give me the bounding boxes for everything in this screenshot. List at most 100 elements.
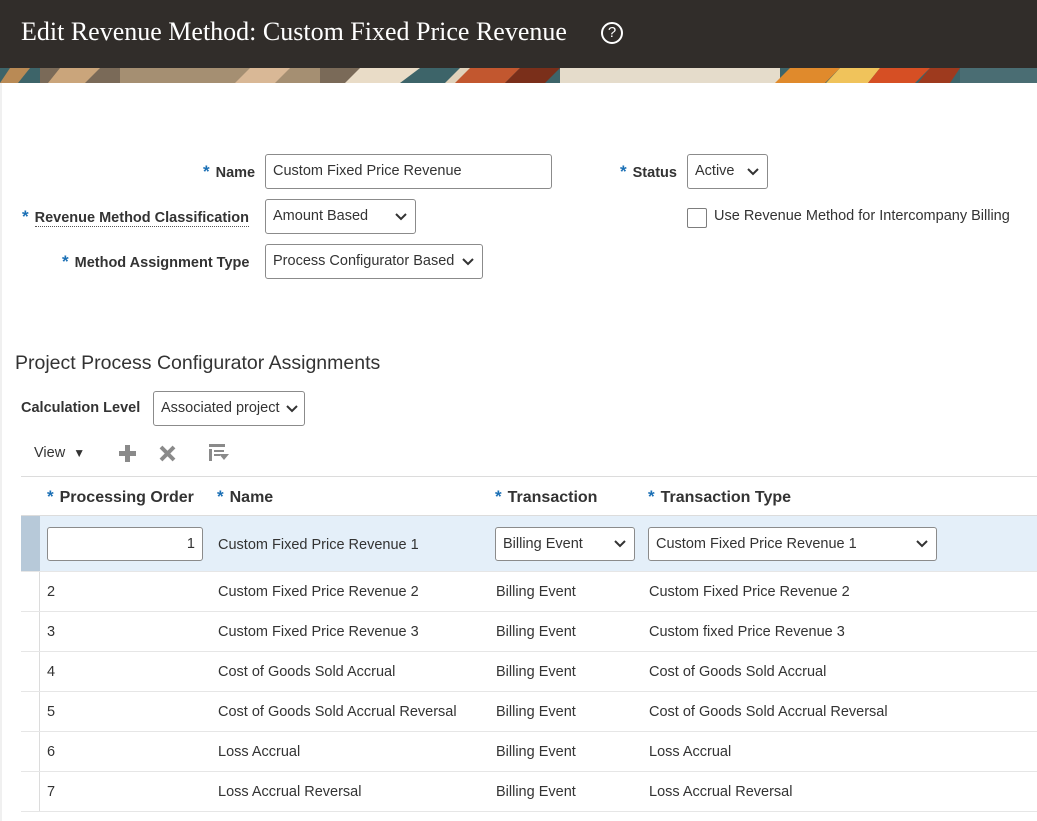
row-order: 4 [47, 664, 56, 680]
column-header-transaction-type[interactable]: * Transaction Type [648, 487, 791, 507]
table-header: * Processing Order * Name * Transaction * Tr… [21, 476, 1037, 516]
view-menu[interactable]: View ▼ [34, 445, 85, 461]
required-marker: * [203, 162, 210, 181]
calc-level-select[interactable]: Associated project [153, 391, 305, 426]
assignment-type-select[interactable]: Process Configurator Based [265, 244, 483, 279]
assignment-type-label-text: Method Assignment Type [74, 255, 250, 271]
table-row[interactable]: 7 Loss Accrual Reversal Billing Event Lo… [21, 772, 1037, 812]
row-transaction: Billing Event [496, 664, 576, 680]
left-border [0, 83, 2, 821]
status-label-text: Status [632, 165, 677, 181]
row-name: Loss Accrual [218, 744, 301, 760]
row-order: 5 [47, 704, 56, 720]
chevron-down-icon [916, 540, 928, 548]
intercompany-label: Use Revenue Method for Intercompany Bill… [714, 208, 1010, 224]
caret-down-icon: ▼ [73, 446, 86, 460]
transaction-select-value: Billing Event [503, 536, 583, 552]
required-marker: * [648, 487, 655, 506]
table-row[interactable]: 3 Custom Fixed Price Revenue 3 Billing E… [21, 612, 1037, 652]
classification-label: * Revenue Method Classification [22, 207, 249, 227]
calc-level-select-value: Associated project [161, 400, 280, 416]
chevron-down-icon [614, 540, 626, 548]
help-circle-icon[interactable]: ? [601, 22, 623, 44]
row-transaction-type: Cost of Goods Sold Accrual Reversal [649, 704, 888, 720]
status-select-value: Active [695, 163, 735, 179]
classification-label-text[interactable]: Revenue Method Classification [34, 210, 249, 227]
row-order: 6 [47, 744, 56, 760]
row-selector[interactable] [21, 732, 40, 771]
row-name: Custom Fixed Price Revenue 3 [218, 624, 419, 640]
row-name: Custom Fixed Price Revenue 2 [218, 584, 419, 600]
required-marker: * [47, 487, 54, 506]
chevron-down-icon [462, 257, 474, 265]
processing-order-input[interactable]: 1 [47, 527, 203, 561]
table-row[interactable]: 5 Cost of Goods Sold Accrual Reversal Bi… [21, 692, 1037, 732]
detach-icon[interactable] [208, 443, 230, 463]
delete-icon[interactable] [158, 444, 177, 463]
row-order: 7 [47, 784, 56, 800]
view-menu-label: View [34, 445, 66, 461]
transaction-type-select-value: Custom Fixed Price Revenue 1 [656, 536, 857, 552]
name-label-text: Name [215, 165, 256, 181]
column-header-label: Transaction Type [660, 489, 792, 506]
status-select[interactable]: Active [687, 154, 768, 189]
row-order: 2 [47, 584, 56, 600]
column-header-transaction[interactable]: * Transaction [495, 487, 597, 507]
required-marker: * [217, 487, 224, 506]
name-label: * Name [203, 162, 255, 182]
row-selector[interactable] [21, 772, 40, 811]
calc-level-label: Calculation Level [21, 400, 141, 416]
row-transaction-type: Loss Accrual [649, 744, 732, 760]
row-name: Cost of Goods Sold Accrual Reversal [218, 704, 457, 720]
row-transaction: Billing Event [496, 784, 576, 800]
row-transaction-type: Cost of Goods Sold Accrual [649, 664, 827, 680]
row-transaction: Billing Event [496, 704, 576, 720]
table-row[interactable]: 6 Loss Accrual Billing Event Loss Accrua… [21, 732, 1037, 772]
table-row[interactable]: 2 Custom Fixed Price Revenue 2 Billing E… [21, 572, 1037, 612]
row-transaction-type: Custom Fixed Price Revenue 2 [649, 584, 850, 600]
required-marker: * [620, 162, 627, 181]
page-title: Edit Revenue Method: Custom Fixed Price … [21, 17, 567, 46]
page-header: Edit Revenue Method: Custom Fixed Price … [0, 0, 1037, 68]
column-header-processing-order[interactable]: * Processing Order [47, 487, 194, 507]
decorative-banner [0, 68, 1037, 83]
assignment-type-select-value: Process Configurator Based [273, 253, 455, 269]
transaction-select[interactable]: Billing Event [495, 527, 635, 561]
row-name: Cost of Goods Sold Accrual [218, 664, 396, 680]
row-selector[interactable] [21, 612, 40, 651]
add-icon[interactable] [118, 444, 137, 463]
banner-pattern-icon [0, 68, 1037, 83]
classification-select-value: Amount Based [273, 208, 369, 224]
chevron-down-icon [747, 167, 759, 175]
row-selector[interactable] [21, 692, 40, 731]
required-marker: * [22, 207, 29, 226]
transaction-type-select[interactable]: Custom Fixed Price Revenue 1 [648, 527, 937, 561]
row-transaction-type: Loss Accrual Reversal [649, 784, 793, 800]
classification-select[interactable]: Amount Based [265, 199, 416, 234]
row-transaction: Billing Event [496, 744, 576, 760]
column-header-label: Transaction [507, 489, 598, 506]
status-label: * Status [620, 162, 677, 182]
intercompany-checkbox[interactable] [687, 208, 707, 228]
row-transaction-type: Custom fixed Price Revenue 3 [649, 624, 845, 640]
row-order: 3 [47, 624, 56, 640]
chevron-down-icon [286, 404, 298, 412]
row-selector[interactable] [21, 572, 40, 611]
column-header-label: Name [229, 489, 274, 506]
row-name: Custom Fixed Price Revenue 1 [218, 537, 419, 553]
required-marker: * [62, 252, 69, 271]
name-input[interactable]: Custom Fixed Price Revenue [265, 154, 552, 189]
row-transaction: Billing Event [496, 624, 576, 640]
table-row[interactable]: 1 Custom Fixed Price Revenue 1 Billing E… [21, 516, 1037, 572]
column-header-name[interactable]: * Name [217, 487, 273, 507]
table-row[interactable]: 4 Cost of Goods Sold Accrual Billing Eve… [21, 652, 1037, 692]
assignment-type-label: * Method Assignment Type [62, 252, 249, 272]
column-header-label: Processing Order [59, 489, 194, 506]
section-title: Project Process Configurator Assignments [15, 352, 381, 374]
required-marker: * [495, 487, 502, 506]
row-name: Loss Accrual Reversal [218, 784, 362, 800]
row-selector[interactable] [21, 652, 40, 691]
row-transaction: Billing Event [496, 584, 576, 600]
row-selector[interactable] [21, 516, 40, 571]
chevron-down-icon [395, 212, 407, 220]
